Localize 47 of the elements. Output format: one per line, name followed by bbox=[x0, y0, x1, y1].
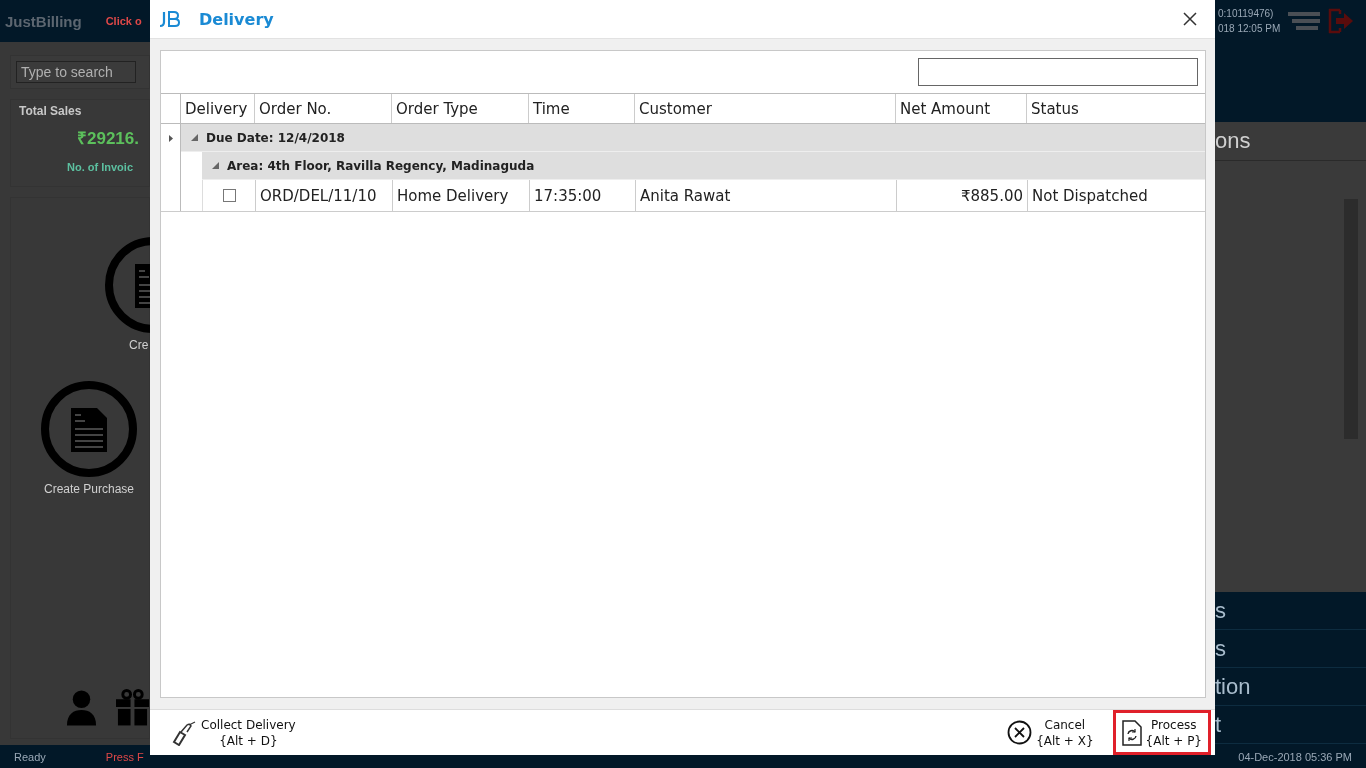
group-header[interactable]: Area: 4th Floor, Ravilla Regency, Madinaguda bbox=[202, 152, 1205, 180]
table-cell: ORD/DEL/11/10 bbox=[256, 180, 393, 211]
expander-icon[interactable] bbox=[191, 134, 198, 141]
column-header[interactable]: Order No. bbox=[255, 94, 392, 123]
search-field[interactable]: Type to search bbox=[16, 61, 136, 83]
column-header[interactable]: Net Amount bbox=[896, 94, 1027, 123]
delivery-checkbox[interactable] bbox=[223, 189, 236, 202]
tile-label[interactable]: Create Purchase bbox=[43, 482, 134, 496]
tile-label[interactable]: Cre bbox=[129, 338, 149, 352]
column-header[interactable]: Status bbox=[1027, 94, 1205, 123]
hand-icon bbox=[171, 719, 197, 746]
status-datetime: 04-Dec-2018 05:36 PM bbox=[1238, 750, 1352, 763]
shortcut-hint: Press F bbox=[105, 750, 144, 763]
status-text: Ready bbox=[14, 750, 46, 763]
dialog-title: Delivery bbox=[199, 9, 274, 29]
card-title: Total Sales bbox=[19, 104, 83, 118]
column-header[interactable]: Time bbox=[529, 94, 635, 123]
app-logo: JustBilling bbox=[5, 12, 82, 30]
refresh-document-icon bbox=[1121, 719, 1142, 746]
invoice-count-label: No. of Invoic bbox=[66, 160, 134, 173]
user-icon[interactable] bbox=[65, 688, 98, 726]
header-info-text: 0:10119476) bbox=[1218, 8, 1275, 19]
menu-icon[interactable] bbox=[1288, 10, 1321, 32]
expander-icon[interactable] bbox=[212, 162, 219, 169]
table-cell-text: Not Dispatched bbox=[1031, 185, 1149, 207]
table-cell: 17:35:00 bbox=[530, 180, 636, 211]
column-header[interactable]: Order Type bbox=[392, 94, 529, 123]
table-cell: ₹885.00 bbox=[897, 180, 1028, 211]
row-pointer-icon bbox=[168, 134, 173, 142]
column-header[interactable]: Customer bbox=[635, 94, 896, 123]
group-header[interactable]: Due Date: 12/4/2018 bbox=[181, 124, 1205, 152]
search-field[interactable] bbox=[918, 58, 1198, 86]
app-logo-icon bbox=[159, 9, 183, 29]
sales-amount: ₹29216. bbox=[76, 128, 140, 150]
header-info-text: 018 12:05 PM bbox=[1218, 23, 1281, 34]
group-label: Area: 4th Floor, Ravilla Regency, Madinaguda bbox=[227, 158, 535, 173]
header-notice: Click o bbox=[105, 15, 142, 27]
table-cell: Home Delivery bbox=[393, 180, 530, 211]
document-icon[interactable] bbox=[40, 380, 138, 478]
column-header[interactable]: Delivery bbox=[181, 94, 255, 123]
gift-icon[interactable] bbox=[116, 688, 149, 726]
group-label: Due Date: 12/4/2018 bbox=[206, 130, 345, 145]
close-icon[interactable] bbox=[1183, 12, 1197, 26]
table-cell: Anita Rawat bbox=[636, 180, 897, 211]
logout-icon[interactable] bbox=[1328, 8, 1355, 34]
cancel-icon bbox=[1007, 720, 1033, 745]
process-button[interactable]: Process {Alt + P} bbox=[1112, 710, 1211, 755]
